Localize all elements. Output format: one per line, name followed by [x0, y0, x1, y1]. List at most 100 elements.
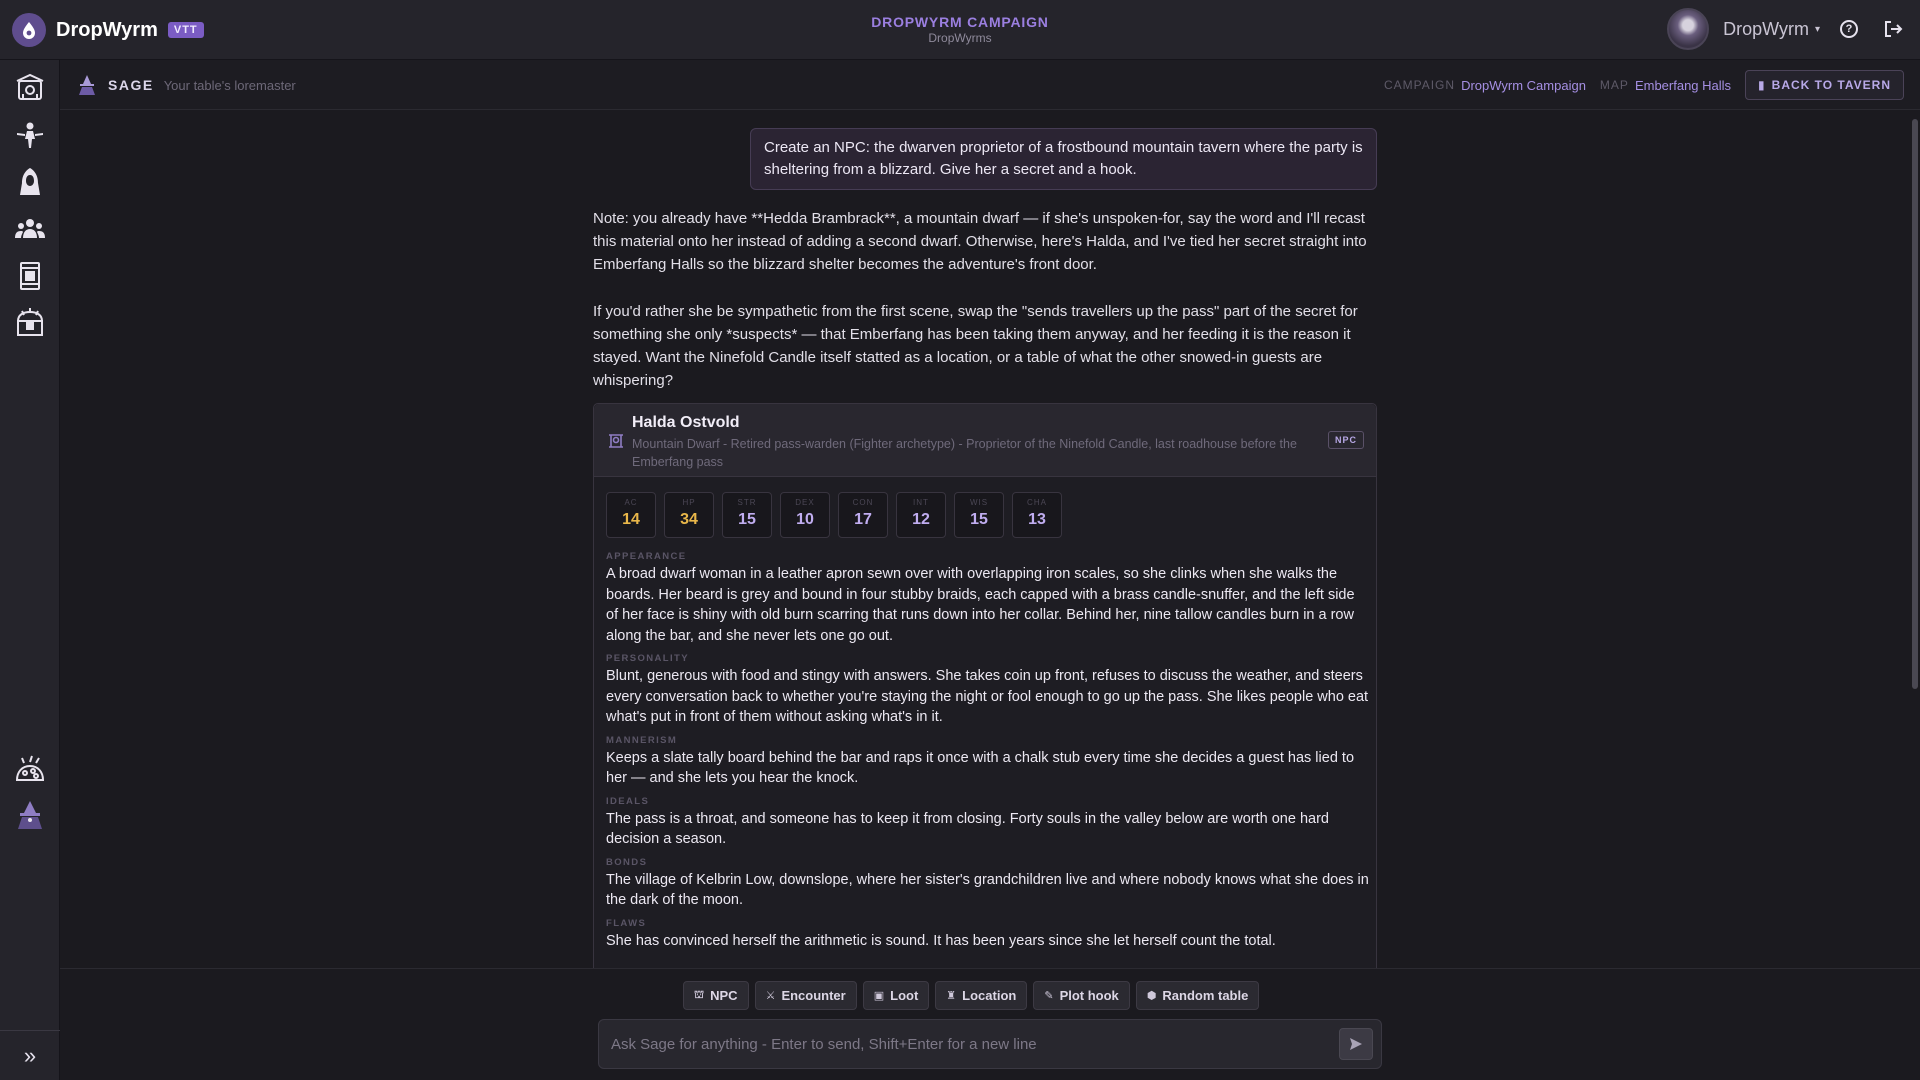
section-label: MANNERISM — [606, 734, 678, 746]
campaign-subtitle: DropWyrms — [928, 31, 992, 45]
logout-button[interactable] — [1878, 14, 1908, 44]
scroll-thumb[interactable] — [1912, 119, 1918, 689]
rail-party[interactable] — [10, 209, 50, 249]
npc-card: Halda Ostvold Mountain Dwarf - Retired p… — [593, 403, 1377, 968]
npc-card-header: Halda Ostvold Mountain Dwarf - Retired p… — [594, 404, 1376, 477]
chat-scrollbar[interactable] — [1912, 111, 1918, 968]
map-link[interactable]: Emberfang Halls — [1635, 78, 1731, 93]
stat-value: 12 — [912, 511, 930, 528]
top-bar: DropWyrm VTT DROPWYRM CAMPAIGN DropWyrms… — [0, 0, 1920, 60]
send-button[interactable] — [1339, 1028, 1373, 1060]
stat-value: 34 — [680, 511, 698, 528]
npc-section-personality: PERSONALITY Blunt, generous with food an… — [606, 652, 1370, 728]
back-to-tavern-label: BACK TO TAVERN — [1771, 78, 1891, 92]
section-text: She has convinced herself the arithmetic… — [606, 932, 1276, 949]
campaign-link[interactable]: DropWyrm Campaign — [1461, 78, 1586, 93]
dropwyrm-logo-icon — [12, 13, 46, 47]
dice-icon: ⬢ — [1146, 990, 1157, 1002]
user-menu[interactable]: DropWyrm ▾ — [1723, 19, 1820, 40]
stat-value: 10 — [796, 511, 814, 528]
stat-value: 15 — [738, 511, 756, 528]
context-meta: CAMPAIGN DropWyrm Campaign MAP Emberfang… — [1384, 70, 1904, 100]
rail-loot[interactable] — [10, 748, 50, 788]
stat-block: AC 14 HP 34 STR 15 DEX 10 CON 17 INT 12 — [606, 492, 1062, 538]
npc-section-ideals: IDEALS The pass is a throat, and someone… — [606, 795, 1370, 850]
chip-encounter[interactable]: ⚔ Encounter — [754, 981, 857, 1010]
user-message: Create an NPC: the dwarven proprietor of… — [750, 128, 1377, 190]
sage-header: SAGE Your table's loremaster CAMPAIGN Dr… — [60, 60, 1920, 110]
stat-value: 17 — [854, 511, 872, 528]
section-text: The village of Kelbrin Low, downslope, w… — [606, 871, 1369, 909]
section-label: IDEALS — [606, 795, 650, 807]
campaign-header: DROPWYRM CAMPAIGN DropWyrms — [760, 14, 1160, 45]
rail-treasure[interactable] — [10, 303, 50, 343]
crossed-swords-icon: ⚔ — [765, 990, 776, 1002]
sage-tagline: Your table's loremaster — [163, 77, 296, 93]
chip-label: Location — [962, 988, 1017, 1003]
chip-label: Encounter — [781, 988, 846, 1003]
brand[interactable]: DropWyrm VTT — [12, 13, 204, 47]
help-icon: ? — [1840, 20, 1858, 38]
chip-label: NPC — [710, 988, 738, 1003]
stat-label: WIS — [969, 498, 989, 507]
castle-icon: ♜ — [946, 990, 957, 1002]
chip-location[interactable]: ♜ Location — [935, 981, 1028, 1010]
npc-icon: ⛫ — [694, 988, 705, 1001]
npc-section-bonds: BONDS The village of Kelbrin Low, downsl… — [606, 856, 1370, 911]
section-text: Blunt, generous with food and stingy wit… — [606, 668, 1369, 725]
npc-sections: APPEARANCE A broad dwarf woman in a leat… — [606, 550, 1370, 957]
rail-journal[interactable] — [10, 256, 50, 296]
stat-value: 14 — [622, 511, 640, 528]
chip-loot[interactable]: ▣ Loot — [862, 981, 930, 1010]
rail-sage[interactable] — [10, 795, 50, 835]
door-icon: ▮ — [1758, 78, 1766, 92]
brand-name: DropWyrm — [56, 18, 158, 41]
section-label: PERSONALITY — [606, 653, 689, 664]
section-label: APPEARANCE — [606, 551, 687, 562]
chip-label: Random table — [1162, 988, 1249, 1003]
sage-name: SAGE — [108, 77, 154, 93]
fighter-icon — [17, 122, 43, 148]
chip-random-table[interactable]: ⬢ Random table — [1135, 981, 1260, 1010]
wizard-icon — [79, 75, 95, 95]
user-area: DropWyrm ▾ ? — [1667, 8, 1908, 50]
avatar[interactable] — [1667, 8, 1710, 50]
section-text: Keeps a slate tally board behind the bar… — [606, 749, 1355, 787]
stat-label: AC — [624, 498, 638, 507]
loot-pile-icon — [15, 755, 45, 781]
rail-fighter[interactable] — [10, 115, 50, 155]
stat-wis: WIS 15 — [954, 492, 1004, 538]
section-text: The pass is a throat, and someone has to… — [606, 810, 1329, 848]
sage-title: SAGE Your table's loremaster — [76, 74, 296, 96]
npc-icon — [609, 434, 623, 448]
assistant-paragraph: If you'd rather she be sympathetic from … — [593, 303, 1358, 389]
send-icon — [1350, 1038, 1362, 1050]
stat-label: DEX — [795, 498, 815, 507]
stat-dex: DEX 10 — [780, 492, 830, 538]
help-button[interactable]: ? — [1834, 14, 1864, 44]
message-input[interactable] — [601, 1022, 1301, 1066]
wizard-icon — [18, 801, 42, 829]
banner-icon — [20, 262, 40, 290]
stat-str: STR 15 — [722, 492, 772, 538]
campaign-key: CAMPAIGN — [1383, 78, 1456, 92]
npc-section-flaws: FLAWS She has convinced herself the arit… — [606, 917, 1370, 952]
stat-ac: AC 14 — [606, 492, 656, 538]
quick-prompt-chips: ⛫ NPC ⚔ Encounter ▣ Loot ♜ Location ✎ Pl… — [683, 981, 1260, 1010]
chip-label: Loot — [890, 988, 919, 1003]
assistant-message: Note: you already have **Hedda Brambrack… — [593, 207, 1377, 416]
section-label: FLAWS — [606, 917, 647, 929]
expand-rail-button[interactable]: » — [0, 1030, 60, 1080]
chat-log[interactable]: Create an NPC: the dwarven proprietor of… — [60, 111, 1910, 968]
party-icon — [15, 219, 45, 238]
caret-down-icon: ▾ — [1814, 23, 1820, 35]
stat-con: CON 17 — [838, 492, 888, 538]
treasure-icon — [17, 308, 43, 336]
rail-tavern[interactable] — [10, 68, 50, 108]
rail-characters[interactable] — [10, 162, 50, 202]
chip-npc[interactable]: ⛫ NPC — [683, 981, 749, 1010]
back-to-tavern-button[interactable]: ▮ BACK TO TAVERN — [1745, 70, 1904, 100]
npc-name: Halda Ostvold — [632, 414, 740, 431]
chip-plot-hook[interactable]: ✎ Plot hook — [1033, 981, 1130, 1010]
stat-label: CON — [852, 498, 874, 507]
